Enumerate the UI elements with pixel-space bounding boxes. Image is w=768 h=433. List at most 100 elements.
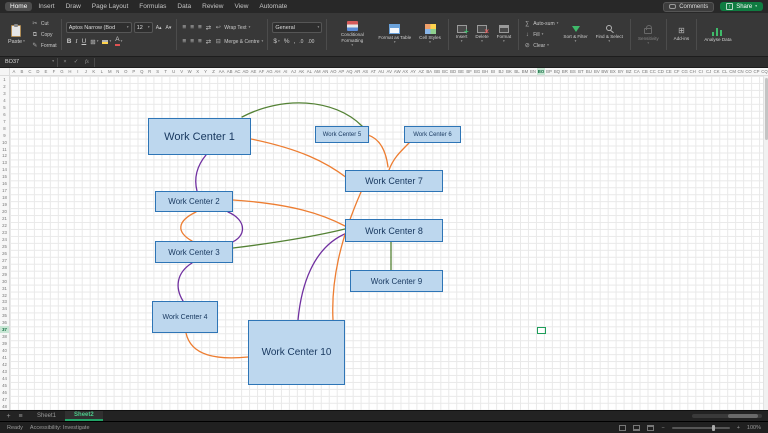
column-header-K[interactable]: K xyxy=(90,68,98,75)
shape-wc1[interactable]: Work Center 1 xyxy=(148,118,251,155)
column-header-AB[interactable]: AB xyxy=(226,68,234,75)
column-header-BY[interactable]: BY xyxy=(617,68,625,75)
column-header-Y[interactable]: Y xyxy=(202,68,210,75)
column-header-BE[interactable]: BE xyxy=(457,68,465,75)
column-header-AE[interactable]: AE xyxy=(250,68,258,75)
column-header-AJ[interactable]: AJ xyxy=(289,68,297,75)
row-header-39[interactable]: 39 xyxy=(0,340,9,347)
column-header-AR[interactable]: AR xyxy=(353,68,361,75)
column-header-AM[interactable]: AM xyxy=(313,68,321,75)
column-header-AW[interactable]: AW xyxy=(393,68,401,75)
column-header-CL[interactable]: CL xyxy=(721,68,729,75)
format-as-table-button[interactable]: Format as Table ▾ xyxy=(375,24,414,45)
normal-view-icon[interactable] xyxy=(619,425,626,431)
decrease-decimal-button[interactable]: .00 xyxy=(306,36,315,47)
sheet-tab-sheet1[interactable]: Sheet1 xyxy=(28,411,65,421)
row-header-17[interactable]: 17 xyxy=(0,187,9,194)
column-header-BK[interactable]: BK xyxy=(505,68,513,75)
menu-tab-view[interactable]: View xyxy=(229,2,253,11)
name-box[interactable]: BO37 ▾ xyxy=(2,58,58,67)
increase-font-button[interactable]: A▴ xyxy=(155,22,163,33)
column-header-BH[interactable]: BH xyxy=(481,68,489,75)
column-header-AU[interactable]: AU xyxy=(377,68,385,75)
column-header-AA[interactable]: AA xyxy=(218,68,226,75)
align-bottom-button[interactable]: ≡ xyxy=(197,22,203,33)
column-header-BT[interactable]: BT xyxy=(577,68,585,75)
column-header-E[interactable]: E xyxy=(42,68,50,75)
row-header-25[interactable]: 25 xyxy=(0,243,9,250)
column-header-AN[interactable]: AN xyxy=(321,68,329,75)
column-header-H[interactable]: H xyxy=(66,68,74,75)
column-header-S[interactable]: S xyxy=(154,68,162,75)
row-header-8[interactable]: 8 xyxy=(0,125,9,132)
column-header-AC[interactable]: AC xyxy=(234,68,242,75)
share-button[interactable]: ↑ Share ▾ xyxy=(720,2,763,11)
column-header-Z[interactable]: Z xyxy=(210,68,218,75)
column-header-BV[interactable]: BV xyxy=(593,68,601,75)
fill-color-button[interactable]: ▾ xyxy=(101,36,112,47)
column-header-BP[interactable]: BP xyxy=(545,68,553,75)
row-header-18[interactable]: 18 xyxy=(0,194,9,201)
column-header-I[interactable]: I xyxy=(74,68,82,75)
comma-button[interactable]: , xyxy=(292,36,296,47)
row-header-14[interactable]: 14 xyxy=(0,166,9,173)
zoom-level[interactable]: 100% xyxy=(747,425,761,431)
column-header-CJ[interactable]: CJ xyxy=(705,68,713,75)
analyse-data-button[interactable]: Analyse Data xyxy=(701,27,734,42)
column-header-AG[interactable]: AG xyxy=(266,68,274,75)
column-header-BZ[interactable]: BZ xyxy=(625,68,633,75)
shape-wc3[interactable]: Work Center 3 xyxy=(155,241,233,263)
column-header-BU[interactable]: BU xyxy=(585,68,593,75)
row-header-44[interactable]: 44 xyxy=(0,375,9,382)
row-header-4[interactable]: 4 xyxy=(0,97,9,104)
column-header-BN[interactable]: BN xyxy=(529,68,537,75)
column-header-CB[interactable]: CB xyxy=(641,68,649,75)
column-header-O[interactable]: O xyxy=(122,68,130,75)
font-name-select[interactable]: Aptos Narrow (Bod▾ xyxy=(66,22,132,33)
column-header-CG[interactable]: CG xyxy=(681,68,689,75)
column-header-BO[interactable]: BO xyxy=(537,68,545,75)
column-header-AS[interactable]: AS xyxy=(361,68,369,75)
column-header-F[interactable]: F xyxy=(50,68,58,75)
row-header-24[interactable]: 24 xyxy=(0,236,9,243)
shape-wc8[interactable]: Work Center 8 xyxy=(345,219,443,242)
row-header-22[interactable]: 22 xyxy=(0,222,9,229)
row-header-45[interactable]: 45 xyxy=(0,382,9,389)
row-header-29[interactable]: 29 xyxy=(0,271,9,278)
font-size-select[interactable]: 12▾ xyxy=(134,22,153,33)
column-header-BS[interactable]: BS xyxy=(569,68,577,75)
row-header-13[interactable]: 13 xyxy=(0,159,9,166)
find-select-button[interactable]: Find & Select ▾ xyxy=(593,25,626,44)
shape-wc7[interactable]: Work Center 7 xyxy=(345,170,443,192)
zoom-out-icon[interactable]: − xyxy=(661,425,664,431)
column-header-CK[interactable]: CK xyxy=(713,68,721,75)
sheet-tab-sheet2[interactable]: Sheet2 xyxy=(65,411,103,421)
column-header-CO[interactable]: CO xyxy=(745,68,753,75)
align-top-button[interactable]: ≡ xyxy=(181,22,187,33)
shape-wc4[interactable]: Work Center 4 xyxy=(152,301,218,333)
conditional-formatting-button[interactable]: Conditional Formatting ▾ xyxy=(331,21,373,47)
column-header-A[interactable]: A xyxy=(10,68,18,75)
row-header-48[interactable]: 48 xyxy=(0,403,9,410)
column-header-M[interactable]: M xyxy=(106,68,114,75)
paste-button[interactable]: Paste▾ xyxy=(4,25,29,45)
copy-button[interactable]: ⧉Copy xyxy=(31,30,57,40)
sort-filter-button[interactable]: Sort & Filter ▾ xyxy=(560,26,590,44)
row-header-47[interactable]: 47 xyxy=(0,396,9,403)
column-header-BW[interactable]: BW xyxy=(601,68,609,75)
column-header-P[interactable]: P xyxy=(130,68,138,75)
column-header-T[interactable]: T xyxy=(162,68,170,75)
addins-button[interactable]: ⊞ Add-ins xyxy=(671,27,693,41)
zoom-in-icon[interactable]: + xyxy=(737,425,740,431)
shape-wc5[interactable]: Work Center 5 xyxy=(315,126,369,143)
column-header-J[interactable]: J xyxy=(82,68,90,75)
row-header-43[interactable]: 43 xyxy=(0,368,9,375)
page-break-view-icon[interactable] xyxy=(647,425,654,431)
menu-tab-page-layout[interactable]: Page Layout xyxy=(87,2,134,11)
menu-tab-review[interactable]: Review xyxy=(197,2,228,11)
column-header-BB[interactable]: BB xyxy=(433,68,441,75)
add-sheet-icon[interactable]: + xyxy=(4,413,13,420)
font-color-button[interactable]: A▾ xyxy=(114,36,123,47)
column-header-AV[interactable]: AV xyxy=(385,68,393,75)
column-header-BC[interactable]: BC xyxy=(441,68,449,75)
